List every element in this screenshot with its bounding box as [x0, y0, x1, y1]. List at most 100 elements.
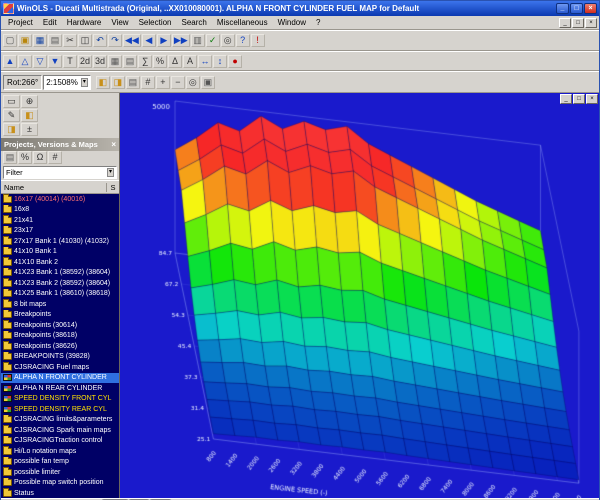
zoom-in-icon[interactable]: +	[156, 76, 170, 89]
absolute-icon[interactable]: A	[183, 55, 197, 68]
menu-edit[interactable]: Edit	[38, 18, 62, 27]
percent-icon[interactable]: %	[153, 55, 167, 68]
minimize-button[interactable]: _	[560, 94, 572, 104]
minimize-button[interactable]: _	[556, 3, 569, 14]
menu-miscellaneous[interactable]: Miscellaneous	[212, 18, 273, 27]
checksum-icon[interactable]: ✓	[206, 34, 220, 47]
menu-search[interactable]: Search	[177, 18, 212, 27]
tree-item[interactable]: Hi/Lo notation maps	[1, 446, 119, 457]
tree-item[interactable]: possible fan temp	[1, 457, 119, 468]
diff-mode-icon[interactable]: ±	[21, 123, 38, 136]
rotation-field[interactable]: Rot:266°	[3, 75, 42, 90]
page-prev-icon[interactable]: △	[18, 55, 32, 68]
tree-item[interactable]: ALPHA N FRONT CYLINDER	[1, 373, 119, 384]
tree-item[interactable]: 16x8	[1, 205, 119, 216]
redo-icon[interactable]: ↷	[108, 34, 122, 47]
column-header-size[interactable]: S	[107, 183, 119, 192]
fuel-map-3d-surface[interactable]	[120, 93, 599, 498]
tree-item[interactable]: 21x41	[1, 215, 119, 226]
menu-view[interactable]: View	[106, 18, 133, 27]
nav-prev-icon[interactable]: ◀	[142, 34, 156, 47]
tree-item[interactable]: CJSRACING Spark main maps	[1, 425, 119, 436]
restore-button[interactable]: □	[573, 94, 585, 104]
close-button[interactable]: ×	[585, 18, 597, 28]
help-icon[interactable]: ?	[236, 34, 250, 47]
panel-view-list-icon[interactable]: ▤	[3, 151, 17, 164]
tree-item[interactable]: possible limiter	[1, 467, 119, 478]
tree-item[interactable]: SPEED DENSITY REAR CYL	[1, 404, 119, 415]
tree-item[interactable]: SPEED DENSITY FRONT CYL	[1, 394, 119, 405]
tree-item[interactable]: CJSRACINGTraction control	[1, 436, 119, 447]
tree-item[interactable]: BREAKPOINTS (39828)	[1, 352, 119, 363]
grid-toggle-icon[interactable]: ▦	[108, 55, 122, 68]
search-icon[interactable]: ◎	[221, 34, 235, 47]
chevron-down-icon[interactable]: ▾	[81, 78, 88, 87]
chevron-down-icon[interactable]: ▾	[107, 168, 114, 177]
view-text-icon[interactable]: T	[63, 55, 77, 68]
tree-item[interactable]: CJSRACING limits&parameters	[1, 415, 119, 426]
tree-item[interactable]: 41X23 Bank 1 (38592) (38604)	[1, 268, 119, 279]
nav-first-icon[interactable]: ◀◀	[123, 34, 141, 47]
panel-close-icon[interactable]: ×	[111, 140, 116, 150]
close-button[interactable]: ×	[586, 94, 598, 104]
nav-next-icon[interactable]: ▶	[157, 34, 171, 47]
tree-item[interactable]: Possible map switch position	[1, 478, 119, 489]
column-header-name[interactable]: Name	[1, 183, 107, 192]
folder-export-icon[interactable]: ◨	[3, 123, 20, 136]
tree-item[interactable]: ALPHA N REAR CYLINDER	[1, 383, 119, 394]
copy-icon[interactable]: ◫	[78, 34, 92, 47]
page-next-icon[interactable]: ▽	[33, 55, 47, 68]
panel-ohm-icon[interactable]: Ω	[33, 151, 47, 164]
page-first-icon[interactable]: ▲	[3, 55, 17, 68]
tree-item[interactable]: 23x17	[1, 226, 119, 237]
tree-item[interactable]: 41X23 Bank 2 (38592) (38604)	[1, 278, 119, 289]
snapshot-icon[interactable]: ▣	[201, 76, 215, 89]
cut-icon[interactable]: ✂	[63, 34, 77, 47]
map-properties-icon[interactable]: ▤	[126, 76, 140, 89]
axis-setup-icon[interactable]: #	[141, 76, 155, 89]
menu-[interactable]: ?	[311, 18, 325, 27]
view-3d-icon[interactable]: 3d	[93, 55, 107, 68]
tree-item[interactable]: CJSRACING Fuel maps	[1, 362, 119, 373]
menu-selection[interactable]: Selection	[134, 18, 177, 27]
restore-button[interactable]: □	[572, 18, 584, 28]
folder-save-map-icon[interactable]: ◨	[111, 76, 125, 89]
folder-open-map-icon[interactable]: ◧	[96, 76, 110, 89]
menu-project[interactable]: Project	[3, 18, 38, 27]
pan-mode-icon[interactable]: ⊕	[21, 95, 38, 108]
sum-icon[interactable]: ∑	[138, 55, 152, 68]
tree-item[interactable]: 41X10 Bank 2	[1, 257, 119, 268]
tree-item[interactable]: Breakpoints (38618)	[1, 331, 119, 342]
tree-item[interactable]: 16x17 (40014) (40016)	[1, 194, 119, 205]
tree-item[interactable]: 8 bit maps	[1, 299, 119, 310]
table-view-icon[interactable]: ▤	[123, 55, 137, 68]
marker-icon[interactable]: ●	[228, 55, 242, 68]
tree-item[interactable]: 41X25 Bank 1 (38610) (38618)	[1, 289, 119, 300]
open-project-icon[interactable]: ▣	[18, 34, 32, 47]
view-2d-icon[interactable]: 2d	[78, 55, 92, 68]
panel-hex-icon[interactable]: #	[48, 151, 62, 164]
save-icon[interactable]: ▦	[33, 34, 47, 47]
edit-mode-icon[interactable]: ✎	[3, 109, 20, 122]
tree-item[interactable]: Breakpoints (38626)	[1, 341, 119, 352]
original-compare-icon[interactable]: ↕	[213, 55, 227, 68]
tree-item[interactable]: 41x10 Bank 1	[1, 247, 119, 258]
zoom-select[interactable]: 2:1508% ▾	[43, 75, 91, 90]
tree-item[interactable]: Breakpoints (30614)	[1, 320, 119, 331]
close-button[interactable]: ×	[584, 3, 597, 14]
window-list-icon[interactable]: ▥	[191, 34, 205, 47]
panel-percent-icon[interactable]: %	[18, 151, 32, 164]
reset-view-icon[interactable]: ◎	[186, 76, 200, 89]
page-last-icon[interactable]: ▼	[48, 55, 62, 68]
menu-hardware[interactable]: Hardware	[62, 18, 107, 27]
folder-import-icon[interactable]: ◧	[21, 109, 38, 122]
about-icon[interactable]: !	[251, 34, 265, 47]
minimize-button[interactable]: _	[559, 18, 571, 28]
difference-icon[interactable]: Δ	[168, 55, 182, 68]
tree-item[interactable]: Breakpoints	[1, 310, 119, 321]
nav-last-icon[interactable]: ▶▶	[172, 34, 190, 47]
print-icon[interactable]: ▤	[48, 34, 62, 47]
tree-item[interactable]: 27x17 Bank 1 (41030) (41032)	[1, 236, 119, 247]
selection-mode-icon[interactable]: ▭	[3, 95, 20, 108]
restore-button[interactable]: □	[570, 3, 583, 14]
